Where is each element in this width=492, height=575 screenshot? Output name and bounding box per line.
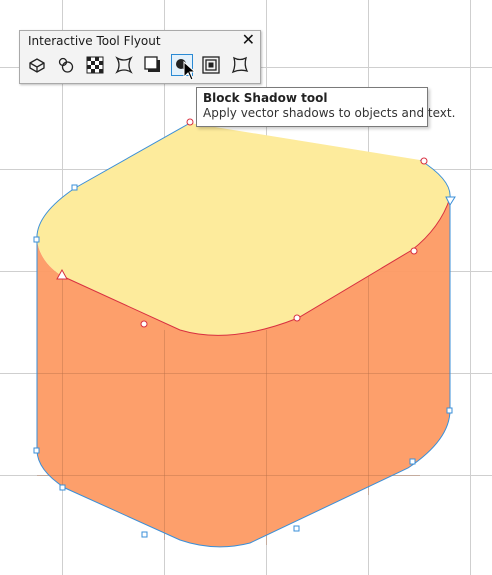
tool-tooltip: Block Shadow tool Apply vector shadows t… xyxy=(196,87,456,127)
tool-row xyxy=(26,54,258,78)
distort-tool-icon xyxy=(231,56,249,74)
extrude-tool-icon xyxy=(202,56,220,74)
interactive-tool-flyout: Interactive Tool Flyout ✕ xyxy=(19,30,261,84)
transparency-tool-icon xyxy=(86,56,104,74)
drop-shadow-tool-button[interactable] xyxy=(142,54,164,76)
extrude-tool-button[interactable] xyxy=(200,54,222,76)
tooltip-description: Apply vector shadows to objects and text… xyxy=(203,106,456,120)
drop-shadow-tool-icon xyxy=(144,56,160,72)
envelope-tool-button[interactable] xyxy=(113,54,135,76)
contour-tool-icon xyxy=(58,57,74,73)
contour-tool-button[interactable] xyxy=(55,54,77,76)
blend-tool-icon xyxy=(29,58,45,73)
transparency-tool-button[interactable] xyxy=(84,54,106,76)
mouse-cursor-icon xyxy=(183,61,197,81)
distort-tool-button[interactable] xyxy=(229,54,251,76)
envelope-tool-icon xyxy=(115,56,133,74)
flyout-title: Interactive Tool Flyout xyxy=(28,34,161,48)
close-icon[interactable]: ✕ xyxy=(242,30,255,49)
tooltip-title: Block Shadow tool xyxy=(203,91,328,105)
blend-tool-button[interactable] xyxy=(26,54,48,76)
